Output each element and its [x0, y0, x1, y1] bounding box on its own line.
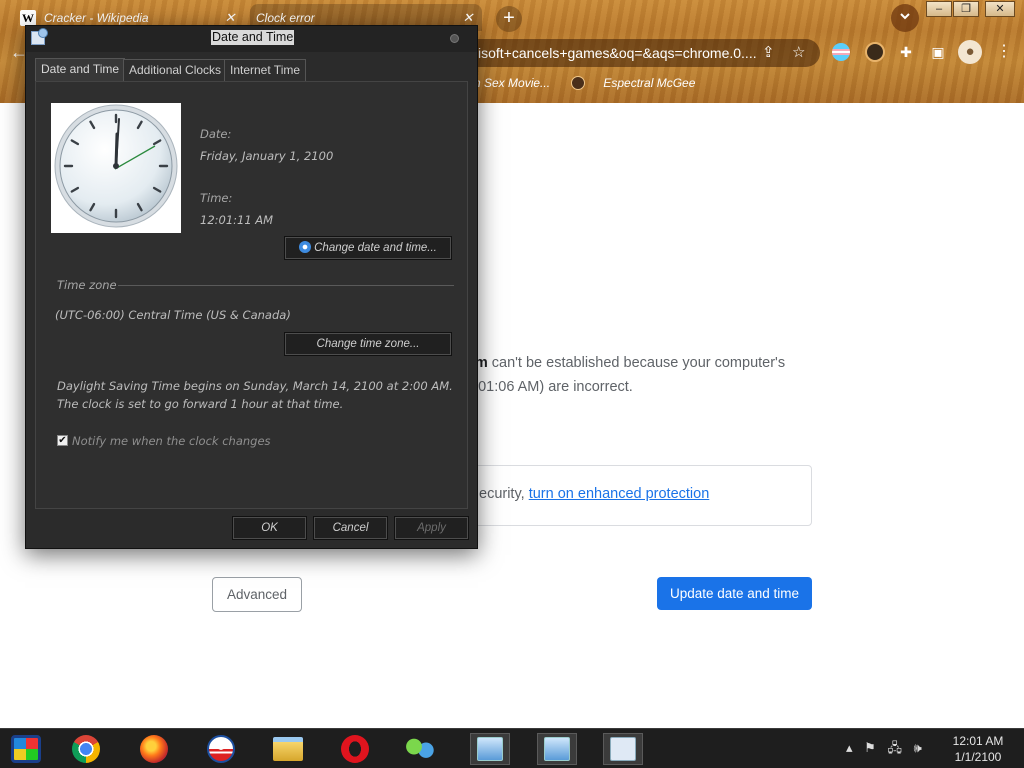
date-value: Friday, January 1, 2100	[200, 149, 334, 163]
bookmarks-bar: n Sex Movie... Espectral McGee	[474, 76, 713, 90]
shield-gear-icon	[299, 241, 312, 253]
notify-label: Notify me when the clock changes	[72, 434, 271, 448]
taskbar-file-explorer[interactable]	[268, 733, 308, 765]
network-icon[interactable]: 🖧	[887, 740, 902, 755]
start-button[interactable]	[6, 733, 46, 765]
tab-title: Clock error	[256, 10, 315, 25]
tab-additional-clocks[interactable]: Additional Clocks	[123, 59, 228, 81]
taskbar-network-window-2[interactable]	[537, 733, 577, 765]
system-tray: ▴ ⚑ 🖧 🕪	[846, 739, 930, 761]
clock-face-icon	[54, 104, 178, 228]
advanced-button[interactable]: Advanced	[212, 577, 302, 612]
obama-logo-icon	[207, 735, 235, 763]
time-value: 12:01:11 AM	[200, 213, 274, 227]
taskbar-network-window-1[interactable]	[470, 733, 510, 765]
show-hidden-icons-icon[interactable]: ▴	[846, 740, 853, 755]
side-panel-icon[interactable]: ▣	[928, 42, 948, 62]
bookmark-item[interactable]: Espectral McGee	[603, 76, 695, 90]
close-icon[interactable]: ✕	[222, 10, 238, 26]
help-icon[interactable]	[450, 34, 459, 43]
chevron-down-icon	[900, 13, 910, 20]
volume-icon[interactable]: 🕪	[914, 740, 922, 755]
apply-button[interactable]: Apply	[394, 516, 469, 540]
firefox-icon	[140, 735, 168, 763]
change-date-time-button[interactable]: Change date and time...	[284, 236, 452, 260]
extensions-puzzle-icon[interactable]: ✚	[896, 42, 916, 62]
calendar-clock-icon	[610, 737, 636, 761]
bookmark-avatar-icon	[571, 76, 586, 90]
action-center-flag-icon[interactable]: ⚑	[864, 740, 876, 755]
taskbar-chrome[interactable]	[66, 733, 106, 765]
error-message: om can't be established because your com…	[466, 351, 816, 399]
taskbar-date: 1/1/2100	[954, 750, 1002, 764]
ok-button[interactable]: OK	[232, 516, 307, 540]
tab-internet-time[interactable]: Internet Time	[224, 59, 307, 81]
tab-title: Cracker - Wikipedia	[44, 10, 149, 25]
opera-icon	[341, 735, 369, 763]
taskbar: ▴ ⚑ 🖧 🕪 12:01 AM 1/1/2100	[0, 728, 1024, 768]
dialog-title: Date and Time	[211, 30, 295, 45]
taskbar-clock[interactable]: 12:01 AM 1/1/2100	[942, 733, 1014, 765]
address-bar[interactable]: isoft+cancels+games&oq=&aqs=chrome.0....…	[470, 39, 820, 67]
date-time-app-icon	[31, 28, 48, 45]
taskbar-date-time[interactable]	[603, 733, 643, 765]
extension-avatar-icon[interactable]	[865, 42, 885, 62]
change-time-zone-button[interactable]: Change time zone...	[284, 332, 452, 356]
close-icon[interactable]: ✕	[460, 10, 476, 26]
time-zone-section-label: Time zone	[57, 278, 117, 292]
taskbar-opera[interactable]	[335, 733, 375, 765]
share-icon[interactable]: ⇪	[762, 39, 775, 67]
folder-icon	[273, 737, 303, 761]
security-text: ecurity,	[479, 486, 529, 502]
dialog-titlebar[interactable]: Date and Time	[26, 26, 477, 52]
taskbar-time: 12:01 AM	[952, 734, 1004, 748]
taskbar-messenger[interactable]	[400, 733, 440, 765]
dst-info-line1: Daylight Saving Time begins on Sunday, M…	[57, 379, 453, 393]
error-text-line2: 2:01:06 AM) are incorrect.	[466, 379, 633, 395]
tab-search-button[interactable]	[891, 4, 919, 32]
maximize-button[interactable]: ❐	[953, 1, 979, 17]
chrome-icon	[72, 735, 100, 763]
bookmark-star-icon[interactable]: ☆	[792, 39, 805, 67]
update-date-time-button[interactable]: Update date and time	[657, 577, 812, 610]
dst-info-line2: The clock is set to go forward 1 hour at…	[57, 397, 344, 411]
section-divider	[118, 285, 454, 286]
close-window-button[interactable]: ✕	[985, 1, 1015, 17]
taskbar-firefox[interactable]	[134, 733, 174, 765]
minimize-button[interactable]: –	[926, 1, 952, 17]
change-date-time-label: Change date and time...	[314, 242, 437, 254]
cancel-button[interactable]: Cancel	[313, 516, 388, 540]
address-text: isoft+cancels+games&oq=&aqs=chrome.0....	[478, 45, 757, 61]
windows-logo-icon	[11, 735, 41, 763]
date-time-dialog: Date and Time Date and Time Additional C…	[25, 25, 478, 549]
extension-flag-icon[interactable]	[832, 43, 850, 61]
error-text: can't be established because your comput…	[487, 355, 786, 371]
enhanced-protection-link[interactable]: turn on enhanced protection	[529, 486, 710, 502]
taskbar-obama-app[interactable]	[201, 733, 241, 765]
time-zone-value: (UTC-06:00) Central Time (US & Canada)	[55, 308, 291, 322]
tab-panel: Date: Friday, January 1, 2100 Time: 12:0…	[35, 81, 468, 509]
analog-clock	[51, 103, 181, 233]
wikipedia-icon: W	[20, 9, 36, 26]
security-callout: ecurity, turn on enhanced protection	[450, 465, 812, 526]
new-tab-button[interactable]: +	[496, 6, 522, 32]
tab-date-and-time[interactable]: Date and Time	[35, 58, 126, 82]
messenger-icon	[405, 737, 435, 761]
notify-checkbox[interactable]: ✔	[57, 435, 68, 446]
date-label: Date:	[200, 127, 232, 141]
time-label: Time:	[200, 191, 233, 205]
network-computer-icon	[477, 737, 503, 761]
profile-icon[interactable]: ●	[958, 40, 982, 64]
network-computer-icon	[544, 737, 570, 761]
menu-kebab-icon[interactable]: ⋮	[994, 42, 1014, 62]
bookmark-item[interactable]: n Sex Movie...	[474, 76, 550, 90]
